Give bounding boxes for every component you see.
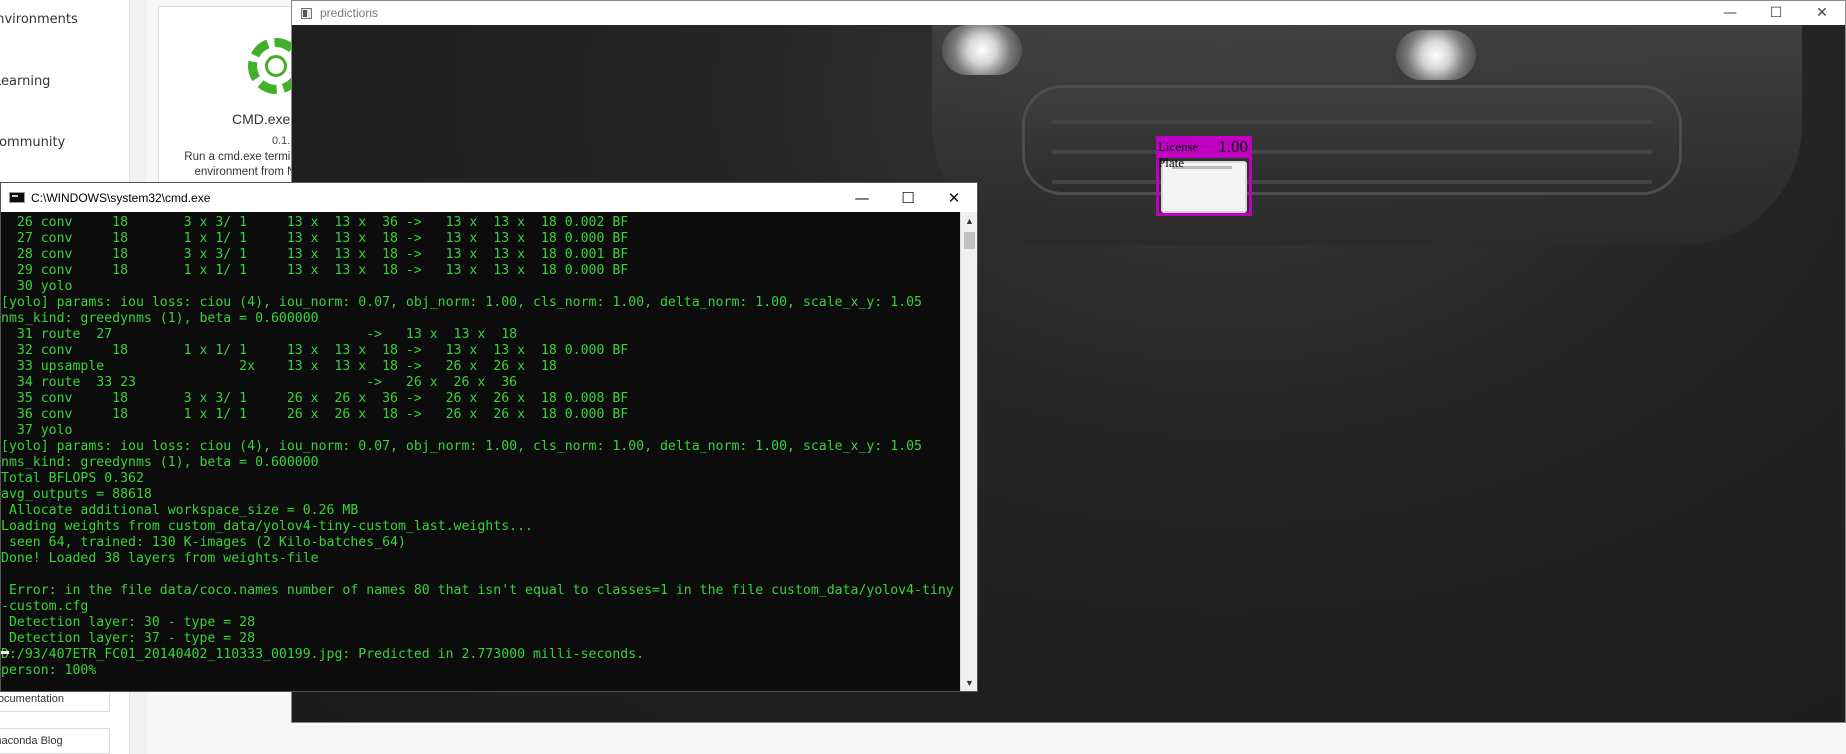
console-line: D:/93/407ETR_FC01_20140402_110333_00199.… <box>1 647 645 662</box>
cmd-tile-title: CMD.exe <box>232 111 291 127</box>
anaconda-blog-link-label: Anaconda Blog <box>0 735 63 747</box>
console-line: Detection layer: 37 - type = 28 <box>1 631 256 646</box>
cmd-exe-logo-center <box>265 55 287 77</box>
sidebar-item-learning[interactable]: Learning <box>0 74 50 89</box>
console-line: 29 conv 18 1 x 1/ 1 13 x 13 x 18 -> 13 x… <box>1 263 629 278</box>
console-line: [yolo] params: iou loss: ciou (4), iou_n… <box>1 295 922 310</box>
console-line: 33 upsample 2x 13 x 13 x 18 -> 26 x 26 x… <box>1 359 557 374</box>
console-line: 36 conv 18 1 x 1/ 1 26 x 26 x 18 -> 26 x… <box>1 407 629 422</box>
console-line: nms_kind: greedynms (1), beta = 0.600000 <box>1 455 319 470</box>
maximize-icon[interactable]: ☐ <box>885 183 931 212</box>
vehicle-grille <box>1022 85 1682 195</box>
cmd-title: C:\WINDOWS\system32\cmd.exe <box>31 190 211 205</box>
minimize-icon[interactable]: — <box>1707 1 1753 25</box>
console-line: Allocate additional workspace_size = 0.2… <box>1 503 359 518</box>
cmd-app-icon <box>9 192 25 203</box>
grille-bar <box>1052 180 1652 184</box>
console-line: 31 route 27 -> 13 x 13 x 18 <box>1 327 518 342</box>
console-line: seen 64, trained: 130 K-images (2 Kilo-b… <box>1 535 406 550</box>
anaconda-blog-link[interactable]: Anaconda Blog <box>0 728 110 754</box>
console-line: [yolo] params: iou loss: ciou (4), iou_n… <box>1 439 922 454</box>
sidebar-item-environments[interactable]: Environments <box>0 12 78 27</box>
scroll-up-icon[interactable]: ▲ <box>961 212 978 229</box>
console-line: Total BFLOPS 0.362 <box>1 471 144 486</box>
console-line: 30 yolo <box>1 279 73 294</box>
console-line: 37 yolo <box>1 423 73 438</box>
console-line: -custom.cfg <box>1 599 89 614</box>
console-scrollbar[interactable]: ▲ ▼ <box>960 212 977 691</box>
cmd-titlebar[interactable]: C:\WINDOWS\system32\cmd.exe — ☐ ✕ <box>1 183 977 212</box>
console-line: avg_outputs = 88618 <box>1 487 152 502</box>
console-line: person: 100% <box>1 663 97 678</box>
detection-score: 1.00 <box>1218 137 1248 156</box>
console-line: Detection layer: 30 - type = 28 <box>1 615 256 630</box>
headlight-left <box>942 25 1022 75</box>
grille-bar <box>1052 120 1652 124</box>
console-line: 28 conv 18 3 x 3/ 1 13 x 13 x 18 -> 13 x… <box>1 247 629 262</box>
cmd-tile-version: 0.1. <box>272 135 291 147</box>
close-icon[interactable]: ✕ <box>931 183 977 212</box>
console-line: 27 conv 18 1 x 1/ 1 13 x 13 x 18 -> 13 x… <box>1 231 629 246</box>
console-output[interactable]: 26 conv 18 3 x 3/ 1 13 x 13 x 36 -> 13 x… <box>1 212 960 691</box>
console-line: 35 conv 18 3 x 3/ 1 26 x 26 x 36 -> 26 x… <box>1 391 629 406</box>
console-line: 34 route 33 23 -> 26 x 26 x 36 <box>1 375 518 390</box>
minimize-icon[interactable]: — <box>839 183 885 212</box>
console-line: Error: in the file data/coco.names numbe… <box>1 583 954 598</box>
detection-label: License Plate 1.00 <box>1156 136 1252 170</box>
console-line: nms_kind: greedynms (1), beta = 0.600000 <box>1 311 319 326</box>
scrollbar-thumb[interactable] <box>964 232 975 249</box>
console-line: Loading weights from custom_data/yolov4-… <box>1 519 533 534</box>
console-line: 32 conv 18 1 x 1/ 1 13 x 13 x 18 -> 13 x… <box>1 343 629 358</box>
close-icon[interactable]: ✕ <box>1799 1 1845 25</box>
console-line: Done! Loaded 38 layers from weights-file <box>1 551 319 566</box>
console-line: 26 conv 18 3 x 3/ 1 13 x 13 x 36 -> 13 x… <box>1 215 629 230</box>
window-app-icon <box>301 7 312 19</box>
headlight-right <box>1396 30 1476 80</box>
console-cursor <box>1 651 9 654</box>
maximize-icon[interactable]: ☐ <box>1753 1 1799 25</box>
grille-bar <box>1052 150 1652 154</box>
cmd-window: C:\WINDOWS\system32\cmd.exe — ☐ ✕ 26 con… <box>0 182 978 692</box>
scroll-down-icon[interactable]: ▼ <box>961 674 978 691</box>
predictions-title: predictions <box>320 6 379 20</box>
predictions-titlebar[interactable]: predictions — ☐ ✕ <box>292 1 1845 25</box>
sidebar-item-community[interactable]: Community <box>0 135 65 150</box>
documentation-link-label: Documentation <box>0 693 64 705</box>
detection-class-label: License Plate <box>1158 139 1199 170</box>
